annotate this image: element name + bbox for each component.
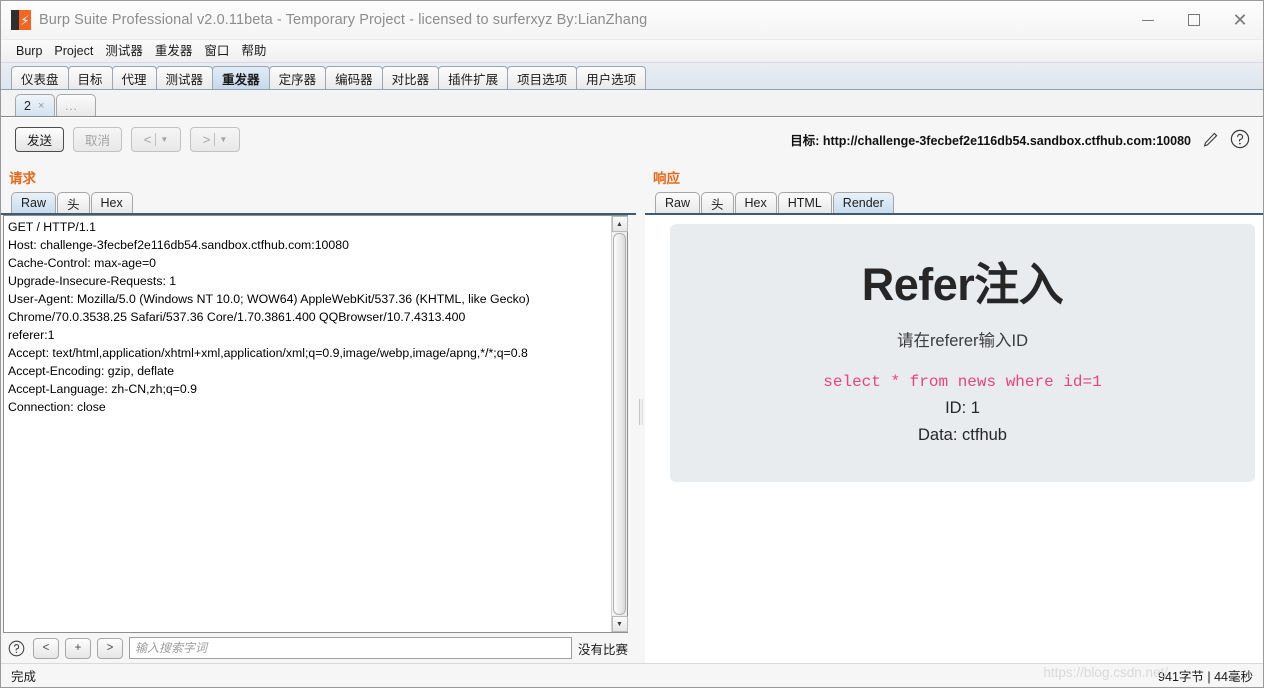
chevron-left-icon: < (143, 131, 152, 147)
send-button[interactable]: 发送 (15, 126, 65, 152)
repeater-work-area: 发送 取消 < ▼ > ▼ 目标: http://challenge-3fecb… (1, 117, 1263, 663)
repeater-toolbar: 发送 取消 < ▼ > ▼ 目标: http://challenge-3fecb… (1, 118, 1263, 160)
minimize-icon (1142, 19, 1154, 21)
pane-splitter[interactable] (636, 160, 645, 663)
close-icon: ✕ (1232, 10, 1248, 30)
tab-project-options[interactable]: 项目选项 (507, 66, 578, 89)
menu-bar: Burp Project 测试器 重发器 窗口 帮助 (1, 40, 1263, 63)
rendered-id-line: ID: 1 (945, 399, 980, 417)
back-button[interactable]: < ▼ (131, 126, 182, 152)
menu-item-repeater[interactable]: 重发器 (149, 41, 199, 61)
request-tab-hex[interactable]: Hex (90, 192, 133, 213)
response-pane: 响应 Raw 头 Hex HTML Render Refer注入 请在refer… (645, 160, 1263, 663)
tab-decoder[interactable]: 编码器 (325, 66, 383, 89)
find-add-button[interactable]: + (65, 637, 91, 659)
menu-item-window[interactable]: 窗口 (198, 41, 235, 61)
divider (155, 132, 157, 146)
tab-comparer[interactable]: 对比器 (381, 66, 440, 89)
tab-intruder[interactable]: 测试器 (155, 66, 214, 89)
burp-logo-icon: ⚡ (11, 10, 31, 30)
tab-proxy[interactable]: 代理 (111, 66, 157, 89)
request-find-bar: < + > 没有比赛 (1, 633, 636, 663)
menu-item-project[interactable]: Project (48, 41, 99, 61)
tab-extender[interactable]: 插件扩展 (438, 66, 509, 89)
chevron-down-icon: ▼ (160, 134, 169, 144)
forward-button[interactable]: > ▼ (190, 126, 241, 152)
minimize-button[interactable] (1125, 1, 1171, 40)
request-title: 请求 (9, 171, 36, 186)
response-tab-hex[interactable]: Hex (734, 192, 777, 213)
close-button[interactable]: ✕ (1217, 1, 1263, 40)
response-metrics: 941字节 | 44毫秒 (1158, 670, 1253, 684)
response-tab-raw[interactable]: Raw (655, 192, 701, 213)
divider (214, 132, 216, 146)
burp-suite-window: ⚡ Burp Suite Professional v2.0.11beta - … (0, 0, 1264, 688)
status-text: 完成 (11, 670, 37, 684)
status-bar: 完成 https://blog.csdn.net/ 941字节 | 44毫秒 (1, 663, 1263, 687)
find-prev-button[interactable]: < (33, 637, 59, 659)
response-tab-render[interactable]: Render (832, 192, 894, 213)
rendered-subheading: 请在referer输入ID (896, 332, 1029, 350)
request-tab-bar: Raw 头 Hex (1, 192, 636, 215)
watermark-text: https://blog.csdn.net/ (1043, 665, 1168, 680)
help-circle-icon[interactable] (1229, 128, 1251, 150)
find-next-button[interactable]: > (97, 637, 123, 659)
repeater-tab-bar: 2 × ... (1, 90, 1263, 117)
request-tab-headers[interactable]: 头 (57, 192, 90, 213)
scrollbar-thumb[interactable] (613, 233, 626, 615)
repeater-tab-label: 2 (24, 98, 31, 113)
splitter-grip[interactable] (638, 398, 643, 425)
repeater-tab-label: ... (65, 98, 79, 113)
search-input[interactable] (129, 637, 572, 659)
request-pane: 请求 Raw 头 Hex GET / HTTP/1.1 Host: challe… (1, 160, 636, 663)
response-title: 响应 (653, 171, 680, 186)
help-circle-icon[interactable] (7, 639, 25, 657)
chevron-right-icon: > (202, 131, 211, 147)
tab-dashboard[interactable]: 仪表盘 (11, 66, 69, 89)
rendered-heading: Refer注入 (861, 259, 1064, 310)
repeater-tab-2[interactable]: 2 × (15, 94, 55, 116)
cancel-button[interactable]: 取消 (73, 126, 123, 152)
tab-repeater[interactable]: 重发器 (212, 66, 270, 89)
response-tab-headers[interactable]: 头 (701, 192, 734, 213)
scroll-down-icon[interactable]: ▼ (611, 616, 628, 632)
target-bar: 目标: http://challenge-3fecbef2e116db54.sa… (790, 128, 1251, 150)
tab-sequencer[interactable]: 定序器 (268, 66, 327, 89)
request-editor-container: GET / HTTP/1.1 Host: challenge-3fecbef2e… (3, 215, 628, 633)
request-scrollbar[interactable]: ▲ ▼ (611, 216, 628, 632)
request-tab-raw[interactable]: Raw (11, 192, 57, 213)
rendered-page: Refer注入 请在referer输入ID select * from news… (670, 224, 1255, 482)
tab-target[interactable]: 目标 (67, 66, 113, 89)
window-controls: ✕ (1125, 1, 1263, 40)
response-tab-html[interactable]: HTML (777, 192, 832, 213)
pencil-icon[interactable] (1199, 128, 1221, 150)
request-response-panes: 请求 Raw 头 Hex GET / HTTP/1.1 Host: challe… (1, 160, 1263, 663)
close-icon[interactable]: × (38, 100, 44, 112)
menu-item-help[interactable]: 帮助 (235, 41, 272, 61)
maximize-button[interactable] (1171, 1, 1217, 40)
rendered-sql-statement: select * from news where id=1 (823, 373, 1102, 391)
repeater-tab-new[interactable]: ... (56, 94, 96, 116)
maximize-icon (1188, 14, 1200, 26)
tab-user-options[interactable]: 用户选项 (576, 66, 647, 89)
chevron-down-icon: ▼ (219, 134, 228, 144)
title-bar: ⚡ Burp Suite Professional v2.0.11beta - … (1, 1, 1263, 40)
menu-item-intruder[interactable]: 测试器 (99, 41, 149, 61)
request-raw-editor[interactable]: GET / HTTP/1.1 Host: challenge-3fecbef2e… (4, 216, 611, 632)
response-render-area: Refer注入 请在referer输入ID select * from news… (645, 215, 1263, 663)
rendered-data-line: Data: ctfhub (918, 426, 1007, 444)
menu-item-burp[interactable]: Burp (10, 41, 48, 61)
window-title: Burp Suite Professional v2.0.11beta - Te… (39, 12, 648, 28)
scroll-up-icon[interactable]: ▲ (611, 216, 628, 232)
match-status-label: 没有比赛 (577, 642, 628, 657)
main-tab-bar: 仪表盘 目标 代理 测试器 重发器 定序器 编码器 对比器 插件扩展 项目选项 … (1, 63, 1263, 90)
target-url-label: 目标: http://challenge-3fecbef2e116db54.sa… (790, 133, 1191, 148)
response-tab-bar: Raw 头 Hex HTML Render (645, 192, 1263, 215)
